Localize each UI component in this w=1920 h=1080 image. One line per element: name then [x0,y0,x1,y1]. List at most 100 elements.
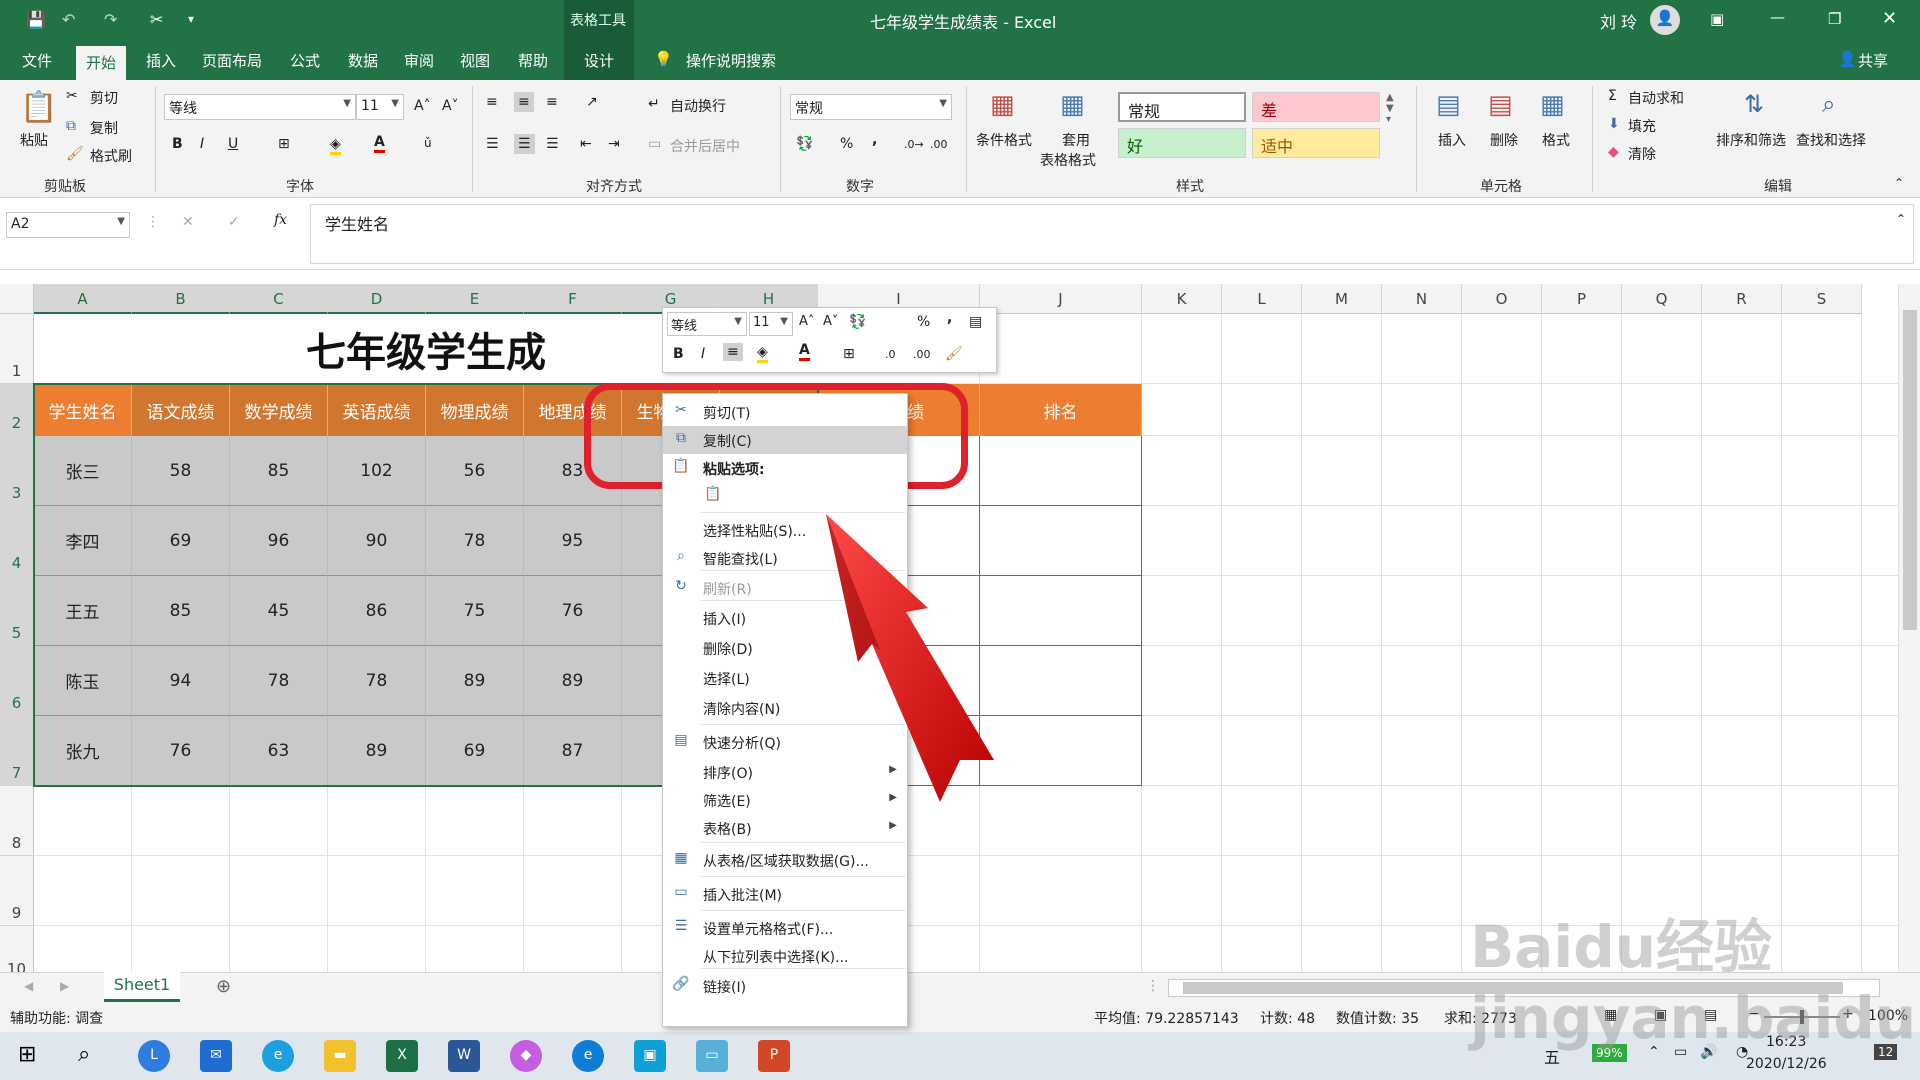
insert-cells-button[interactable]: 插入 [1438,130,1466,150]
column-header-n[interactable]: N [1382,284,1462,314]
tell-me-search[interactable]: 操作说明搜索 [686,50,776,71]
mini-format-painter-icon[interactable]: 🖌 [945,346,963,362]
context-menu-item[interactable]: ▦ 从表格/区域获取数据(G)... [663,846,907,874]
font-color-icon[interactable]: A [374,134,385,153]
formula-input[interactable]: 学生姓名 [310,204,1914,264]
insert-function-button[interactable]: fx [274,212,287,228]
mini-percent-button[interactable]: % [917,314,930,330]
delete-cells-icon[interactable]: ▤ [1488,90,1513,120]
header-cell[interactable]: 排名 [980,384,1142,436]
context-menu-item[interactable]: ☰ 设置单元格格式(F)... [663,914,907,942]
mini-increase-decimal-icon[interactable]: .0 [885,348,896,361]
context-menu-item[interactable]: ▭ 插入批注(M) [663,880,907,908]
prev-sheet-icon[interactable]: ◀ [24,979,33,993]
cut-quick-icon[interactable]: ✂ [150,10,163,29]
browser-ie-icon[interactable]: e [262,1040,294,1072]
delete-cells-button[interactable]: 删除 [1490,130,1518,150]
minimize-icon[interactable]: — [1770,8,1785,26]
find-select-button[interactable]: 查找和选择 [1796,130,1866,150]
ribbon-display-icon[interactable]: ▣ [1710,10,1724,28]
tab-help[interactable]: 帮助 [518,50,548,71]
row-header-2[interactable]: 2 [0,384,34,436]
mini-merge-icon[interactable]: ▤ [969,314,982,330]
expand-formula-icon[interactable]: ⌃ [1896,212,1906,226]
tab-design[interactable]: 设计 [584,50,614,71]
autosum-icon[interactable]: Σ [1608,88,1617,104]
save-icon[interactable]: 💾 [26,10,46,29]
avatar[interactable]: 👤 [1650,5,1680,35]
app-icon-3[interactable]: ▭ [696,1040,728,1072]
context-menu-item[interactable]: 从下拉列表中选择(K)... [663,942,907,970]
table-format-button-line1[interactable]: 套用 [1062,130,1090,150]
column-header-e[interactable]: E [426,284,524,314]
bold-button[interactable]: B [172,136,183,152]
align-center-icon[interactable]: ☰ [514,134,535,154]
merge-center-button[interactable]: 合并后居中 [670,136,740,156]
column-header-b[interactable]: B [132,284,230,314]
phonetic-icon[interactable]: ǔ [424,136,432,150]
mini-font-color-icon[interactable]: A [799,342,810,361]
restore-icon[interactable]: ❐ [1828,10,1841,28]
format-cells-button[interactable]: 格式 [1542,130,1570,150]
redo-icon[interactable]: ↷ [104,10,117,29]
font-size-select[interactable]: 11 ▼ [356,94,404,120]
mini-decrease-decimal-icon[interactable]: .00 [913,348,931,361]
orientation-icon[interactable]: ↗ [586,94,598,110]
column-header-q[interactable]: Q [1622,284,1702,314]
file-explorer-icon[interactable]: ▬ [324,1040,356,1072]
align-middle-icon[interactable]: ≡ [514,92,534,112]
find-select-icon[interactable]: ⌕ [1822,90,1835,118]
row-header-6[interactable]: 6 [0,646,34,716]
format-cells-icon[interactable]: ▦ [1540,90,1565,120]
copy-icon[interactable]: ⧉ [66,118,76,134]
mini-comma-button[interactable]: , [947,310,952,326]
increase-indent-icon[interactable]: ⇥ [608,136,620,152]
merge-icon[interactable]: ▭ [648,136,661,152]
mini-bold-button[interactable]: B [673,346,684,362]
tab-splitter-icon[interactable]: ⋮ [1146,978,1160,994]
vertical-scrollbar[interactable] [1898,284,1920,972]
increase-decimal-icon[interactable]: .0→ [904,138,924,151]
powerpoint-taskbar-icon[interactable]: P [758,1040,790,1072]
clear-button[interactable]: 清除 [1628,144,1656,164]
autosum-button[interactable]: 自动求和 [1628,88,1684,108]
font-name-select[interactable]: 等线 ▼ [164,94,356,120]
app-icon-1[interactable]: L [138,1040,170,1072]
percent-button[interactable]: % [840,136,853,152]
paint-icon[interactable]: ◆ [510,1040,542,1072]
app-icon-2[interactable]: ▣ [634,1040,666,1072]
tab-review[interactable]: 审阅 [404,50,434,71]
column-header-s[interactable]: S [1782,284,1862,314]
tab-file[interactable]: 文件 [22,50,52,71]
copy-button[interactable]: 复制 [90,118,118,138]
cut-button[interactable]: 剪切 [90,88,118,108]
align-bottom-icon[interactable]: ≡ [546,94,558,110]
number-format-select[interactable]: 常规 ▼ [790,94,952,120]
tab-view[interactable]: 视图 [460,50,490,71]
format-painter-button[interactable]: 格式刷 [90,146,132,166]
insert-cells-icon[interactable]: ▤ [1436,90,1461,120]
accessibility-status[interactable]: 辅助功能: 调查 [10,1008,103,1028]
clear-icon[interactable]: ◆ [1608,144,1619,160]
decrease-font-icon[interactable]: A˅ [442,98,459,114]
mini-size-select[interactable]: 11 ▼ [749,312,793,336]
add-sheet-icon[interactable]: ⊕ [216,976,231,997]
row-header-3[interactable]: 3 [0,436,34,506]
decrease-indent-icon[interactable]: ⇤ [580,136,592,152]
sort-filter-icon[interactable]: ⇅ [1744,90,1764,118]
table-format-button-line2[interactable]: 表格格式 [1040,150,1096,170]
tab-insert[interactable]: 插入 [146,50,176,71]
enter-formula-icon[interactable]: ✓ [228,214,240,230]
increase-font-icon[interactable]: A˄ [414,98,431,114]
mini-accounting-icon[interactable]: 💱 [849,314,866,330]
mini-grow-font-icon[interactable]: A˄ [799,314,814,329]
row-header-9[interactable]: 9 [0,856,34,926]
align-top-icon[interactable]: ≡ [486,94,498,110]
context-menu-item[interactable]: 🔗 链接(I) [663,972,907,1000]
column-header-p[interactable]: P [1542,284,1622,314]
row-header-7[interactable]: 7 [0,716,34,786]
style-neutral[interactable]: 适中 [1252,128,1380,158]
tab-page-layout[interactable]: 页面布局 [202,50,262,71]
collapse-ribbon-icon[interactable]: ⌃ [1894,176,1904,190]
column-header-c[interactable]: C [230,284,328,314]
